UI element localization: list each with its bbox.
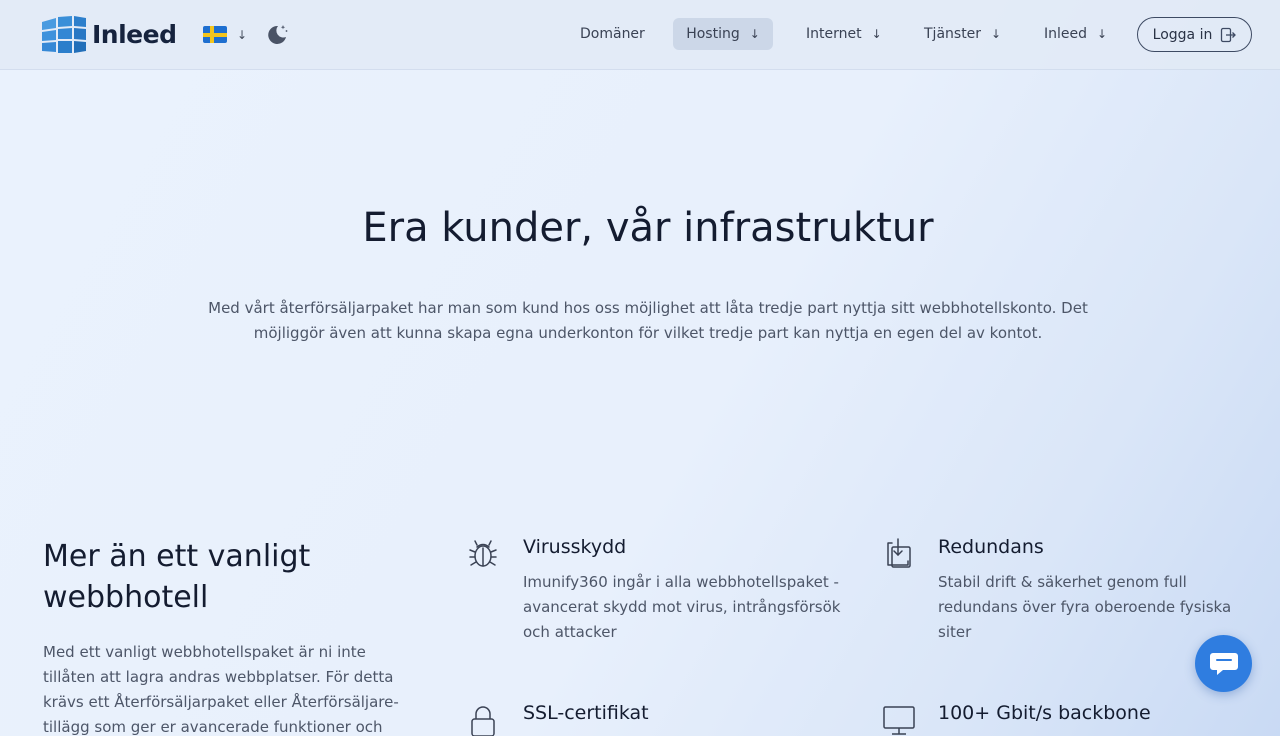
section-title: Mer än ett vanligt webbhotell (43, 539, 311, 615)
language-selector[interactable]: ↓ (203, 26, 247, 43)
bug-icon (469, 540, 497, 567)
nav-label: Inleed (1044, 26, 1088, 42)
nav-label: Domäner (580, 26, 645, 42)
login-button[interactable]: Logga in (1137, 17, 1252, 52)
nav-label: Hosting (686, 26, 740, 42)
site-header: Inleed ↓ Domäner Hosting ↓ Internet ↓ Tj… (0, 0, 1280, 70)
monitor-icon (883, 706, 915, 735)
logout-icon (1221, 27, 1237, 42)
hero-title: Era kunder, vår infrastruktur (362, 205, 934, 251)
chat-button[interactable] (1195, 635, 1252, 692)
hero-text: Med vårt återförsäljarpaket har man som … (208, 299, 1088, 342)
nav-item-domaner[interactable]: Domäner (580, 18, 645, 50)
login-label: Logga in (1152, 26, 1213, 43)
language-dropdown-arrow: ↓ (237, 27, 248, 42)
feature-desc: Stabil drift & säkerhet genom full redun… (938, 573, 1232, 641)
sweden-flag-icon (203, 26, 227, 43)
nav-item-internet[interactable]: Internet ↓ (806, 18, 882, 50)
brand-name: Inleed (92, 20, 177, 49)
moon-icon[interactable] (265, 22, 289, 46)
feature-title: Redundans (938, 536, 1044, 558)
nav-item-inleed[interactable]: Inleed ↓ (1044, 18, 1107, 50)
feature-title: SSL-certifikat (523, 702, 649, 724)
feature-title: Virusskydd (523, 536, 627, 558)
arrow-down-icon: ↓ (1097, 27, 1108, 41)
brand-logo[interactable]: Inleed (42, 16, 177, 53)
nav-label: Tjänster (924, 26, 982, 42)
lock-icon (471, 706, 495, 736)
nav-label: Internet (806, 26, 862, 42)
section-text: Med ett vanligt webbhotellspaket är ni i… (43, 643, 399, 736)
chat-bubble-icon (1209, 652, 1238, 675)
nav-item-hosting[interactable]: Hosting ↓ (673, 18, 773, 50)
feature-title: 100+ Gbit/s backbone (938, 702, 1151, 724)
nav-item-tjanster[interactable]: Tjänster ↓ (924, 18, 1001, 50)
arrow-down-icon: ↓ (749, 27, 760, 41)
inleed-logo-icon (42, 16, 86, 53)
feature-desc: Imunify360 ingår i alla webbhotellspaket… (523, 573, 841, 641)
arrow-down-icon: ↓ (871, 27, 882, 41)
arrow-down-icon: ↓ (991, 27, 1002, 41)
server-download-icon (887, 538, 911, 568)
